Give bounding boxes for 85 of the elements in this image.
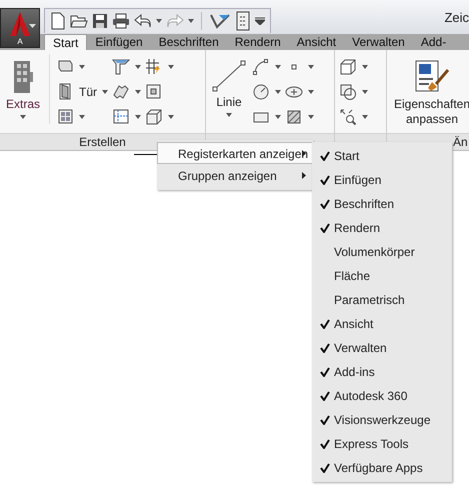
caret-icon	[168, 114, 174, 118]
tool-button[interactable]	[339, 57, 368, 76]
properties-brush-icon	[414, 60, 450, 94]
caret-icon	[362, 64, 368, 68]
open-folder-icon[interactable]	[70, 13, 88, 29]
caret-icon	[275, 64, 281, 68]
new-file-icon[interactable]	[50, 12, 66, 30]
caret-icon	[362, 90, 368, 94]
menu-item[interactable]: Add-ins	[312, 360, 452, 384]
logo-icon	[9, 11, 31, 37]
column-icon	[145, 82, 164, 100]
menu-item[interactable]: Parametrisch	[312, 288, 452, 312]
ribbon-tab[interactable]: Add-	[412, 34, 454, 50]
caret-icon	[308, 64, 314, 68]
submenu-arrow-icon	[302, 172, 306, 179]
ribbon-tab[interactable]: Ansicht	[288, 34, 344, 50]
app-button-label: A	[17, 37, 23, 47]
menu-item[interactable]: Volumenkörper	[312, 240, 452, 264]
caret-icon	[308, 90, 314, 94]
tool-button[interactable]	[112, 57, 142, 76]
application-menu-button[interactable]: A	[0, 8, 40, 48]
arc-icon	[252, 58, 270, 76]
tool-button[interactable]	[339, 82, 368, 101]
caret-icon	[29, 24, 36, 28]
caret-icon	[362, 114, 368, 118]
large-tool-button[interactable]: Extras	[4, 54, 42, 119]
caret-icon	[226, 113, 232, 117]
caret-icon	[20, 115, 26, 119]
hatch-icon	[285, 108, 303, 126]
save-icon[interactable]	[92, 13, 108, 29]
overlap-shapes-icon	[339, 82, 357, 100]
ribbon-tab[interactable]: Beschriften	[150, 34, 227, 50]
window-icon	[57, 108, 74, 125]
menu-item[interactable]: Visionswerkzeuge	[312, 408, 452, 432]
tool-button[interactable]	[252, 82, 281, 101]
circle-icon	[252, 82, 270, 100]
menu-item[interactable]: Rendern	[312, 216, 452, 240]
menu-item[interactable]: Verwalten	[312, 336, 452, 360]
toolbar-menu-icon[interactable]	[255, 17, 265, 25]
point-icon	[291, 64, 297, 70]
caret-icon	[168, 64, 174, 68]
print-icon[interactable]	[112, 13, 130, 29]
menu-item[interactable]: Fläche	[312, 264, 452, 288]
box-icon	[145, 108, 164, 126]
menu-item[interactable]: Einfügen	[312, 168, 452, 192]
tool-button[interactable]	[145, 107, 174, 126]
tool-button[interactable]	[145, 57, 174, 76]
tool-button[interactable]	[112, 107, 142, 126]
tool-button[interactable]	[252, 57, 281, 76]
large-tool-button[interactable]: Eigenschaften anpassen	[391, 54, 469, 127]
caret-icon	[79, 114, 86, 118]
cube-icon	[339, 58, 357, 76]
caret-icon	[135, 64, 142, 68]
caret-icon	[308, 114, 314, 118]
ribbon-tab[interactable]: Start	[44, 34, 88, 50]
roof-icon	[112, 58, 130, 76]
caret-icon	[79, 64, 86, 68]
tool-button[interactable]: Tür	[57, 82, 108, 101]
line-icon	[212, 60, 246, 92]
caret-icon	[275, 90, 281, 94]
tool-button[interactable]	[339, 107, 368, 126]
caret-icon	[275, 114, 281, 118]
workspace-icon[interactable]	[209, 12, 231, 30]
zoom-extents-icon	[339, 108, 357, 126]
undo-icon[interactable]	[134, 14, 152, 28]
ribbon-tab[interactable]: Verwalten	[344, 34, 413, 50]
menu-item[interactable]: Ansicht	[312, 312, 452, 336]
properties-icon[interactable]	[235, 11, 251, 31]
caret-icon	[135, 90, 142, 94]
menu-item[interactable]: Express Tools	[312, 432, 452, 456]
large-tool-button[interactable]: Linie	[210, 54, 248, 117]
ribbon-tab[interactable]: Einfügen	[87, 34, 151, 50]
menu-item[interactable]: Autodesk 360	[312, 384, 452, 408]
curtain-wall-icon	[112, 108, 130, 126]
caret-icon[interactable]	[156, 19, 162, 23]
menu-item[interactable]: Beschriften	[312, 192, 452, 216]
caret-icon	[102, 90, 108, 94]
menu-item[interactable]: Verfügbare Apps	[312, 456, 452, 480]
window-title: Zeic	[444, 10, 469, 25]
caret-icon	[135, 114, 142, 118]
building-icon	[12, 60, 34, 94]
caret-icon[interactable]	[188, 19, 194, 23]
stair-icon	[112, 82, 130, 100]
ribbon-tab[interactable]: Rendern	[226, 34, 289, 50]
menu-item[interactable]: Gruppen anzeigen	[157, 164, 313, 186]
